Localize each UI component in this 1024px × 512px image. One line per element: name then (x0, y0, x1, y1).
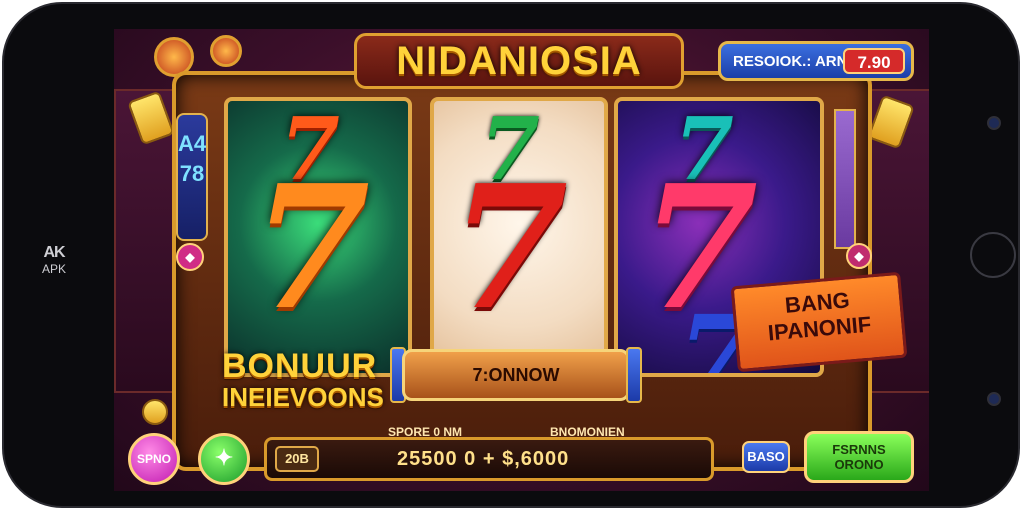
menu-button[interactable]: SPNO (128, 433, 180, 485)
win-value: 25500 0 + $,6000 (397, 448, 570, 470)
reel-symbol: 7 (450, 148, 569, 348)
bet-button[interactable]: BASO (742, 441, 790, 473)
gem-icon: ◆ (176, 243, 204, 271)
auto-spin-button[interactable]: ✦ (198, 433, 250, 485)
paytable-tab[interactable]: A4 78 (176, 113, 208, 241)
sensor-icon (987, 392, 1001, 406)
reel-1: 7 7 (224, 97, 412, 377)
bonus-line-1: BONUUR (222, 347, 378, 385)
promo-banner[interactable]: BANG IPANONIF (730, 271, 908, 373)
spin-plate-cap (626, 347, 642, 403)
bonus-line-2: INEIEVOONS (222, 382, 384, 412)
home-button[interactable] (970, 232, 1016, 278)
logo-subtext: APK (41, 262, 66, 276)
spin-button-line-1: FSRNNS (832, 442, 886, 457)
bonus-text: BONUUR INEIEVOONS (222, 347, 384, 413)
balance-label: RESOIOK.: ARN (733, 53, 848, 70)
paytable-line-1: A4 (178, 131, 207, 156)
side-meter (834, 109, 856, 249)
brand-logo: AK APK (34, 244, 74, 276)
bet-box[interactable]: 20B (275, 446, 319, 472)
balance-badge[interactable]: RESOIOK.: ARN 7.90 (718, 41, 914, 81)
reel-2: 7 7 (430, 97, 608, 377)
spin-plate-text: 7:ONNOW (472, 365, 560, 385)
game-title: NIDANIOSIA (396, 39, 642, 83)
logo-text: AK (43, 244, 65, 261)
balance-value: 7.90 (843, 48, 905, 74)
camera-icon (987, 116, 1001, 130)
phone-frame: AK APK NIDANIOSIA RESOIOK.: ARN 7.90 A4 … (2, 2, 1020, 508)
win-bar: 20B 25500 0 + $,6000 (264, 437, 714, 481)
spin-button-line-2: ORONO (834, 457, 884, 472)
game-screen: NIDANIOSIA RESOIOK.: ARN 7.90 A4 78 ◆ ◆ … (114, 29, 929, 491)
reel-symbol: 7 (252, 148, 371, 348)
gem-icon: ◆ (846, 243, 872, 269)
gold-coin-icon (142, 399, 168, 425)
spin-plate[interactable]: 7:ONNOW (402, 349, 630, 401)
lantern-icon (210, 35, 242, 67)
spin-button[interactable]: FSRNNS ORONO (804, 431, 914, 483)
game-title-plate: NIDANIOSIA (354, 33, 684, 89)
paytable-line-2: 78 (179, 161, 205, 186)
